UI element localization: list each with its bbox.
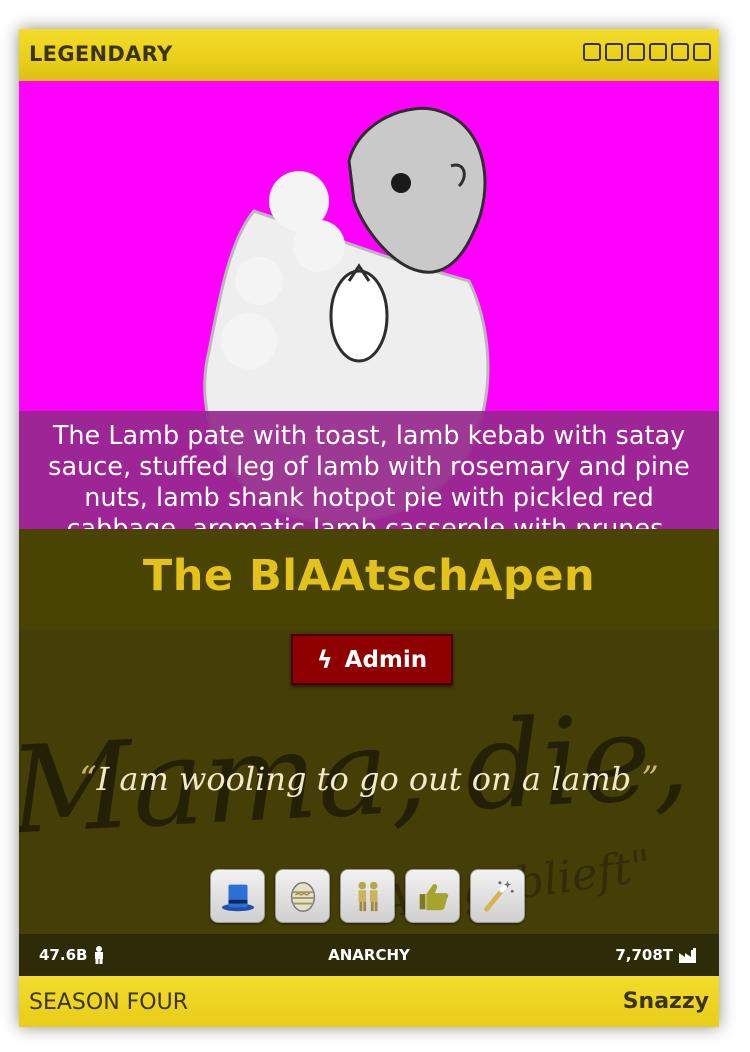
- card-lower-panel: Mama, die, die Ausgeblieft" The BlAAtsch…: [19, 529, 719, 976]
- card-header: LEGENDARY: [19, 29, 719, 81]
- star-empty-icon: [693, 43, 711, 61]
- open-quote-icon: “: [79, 759, 97, 799]
- nation-motto: “I am wooling to go out on a lamb ”: [19, 759, 719, 799]
- star-empty-icon: [671, 43, 689, 61]
- magic-wand-icon[interactable]: [470, 869, 525, 923]
- economy-value: 7,708T: [615, 946, 673, 964]
- close-quote-icon: ”: [641, 759, 659, 799]
- top-hat-icon[interactable]: [210, 869, 265, 923]
- card-description: The Lamb pate with toast, lamb kebab wit…: [19, 411, 719, 529]
- star-empty-icon: [605, 43, 623, 61]
- thumbs-up-icon[interactable]: [405, 869, 460, 923]
- easter-egg-icon[interactable]: [275, 869, 330, 923]
- admin-badge-label: Admin: [344, 646, 428, 673]
- star-rating: [583, 43, 711, 61]
- motto-text: I am wooling to go out on a lamb: [96, 760, 632, 798]
- rarity-label: LEGENDARY: [29, 42, 173, 66]
- card-tier: Snazzy: [622, 989, 709, 1014]
- trading-card[interactable]: LEGENDARY The Lamb pate with toast, lamb…: [19, 29, 719, 1027]
- stats-bar: 47.6B ANARCHY 7,708T: [19, 934, 719, 976]
- factory-icon: [679, 947, 696, 963]
- nation-name[interactable]: The BlAAtschApen: [19, 551, 719, 601]
- season-label: SEASON FOUR: [29, 990, 189, 1015]
- flag-artwork: The Lamb pate with toast, lamb kebab wit…: [19, 81, 719, 529]
- star-empty-icon: [583, 43, 601, 61]
- government-type: ANARCHY: [328, 946, 410, 964]
- star-empty-icon: [649, 43, 667, 61]
- lightning-icon: ϟ: [316, 645, 333, 674]
- card-footer: SEASON FOUR Snazzy: [19, 976, 719, 1027]
- economy-stat: 7,708T: [615, 946, 699, 964]
- badge-row: [210, 869, 525, 923]
- star-empty-icon: [627, 43, 645, 61]
- couple-icon[interactable]: [340, 869, 395, 923]
- admin-badge[interactable]: ϟ Admin: [291, 634, 453, 685]
- title-bar: The BlAAtschApen: [19, 529, 719, 629]
